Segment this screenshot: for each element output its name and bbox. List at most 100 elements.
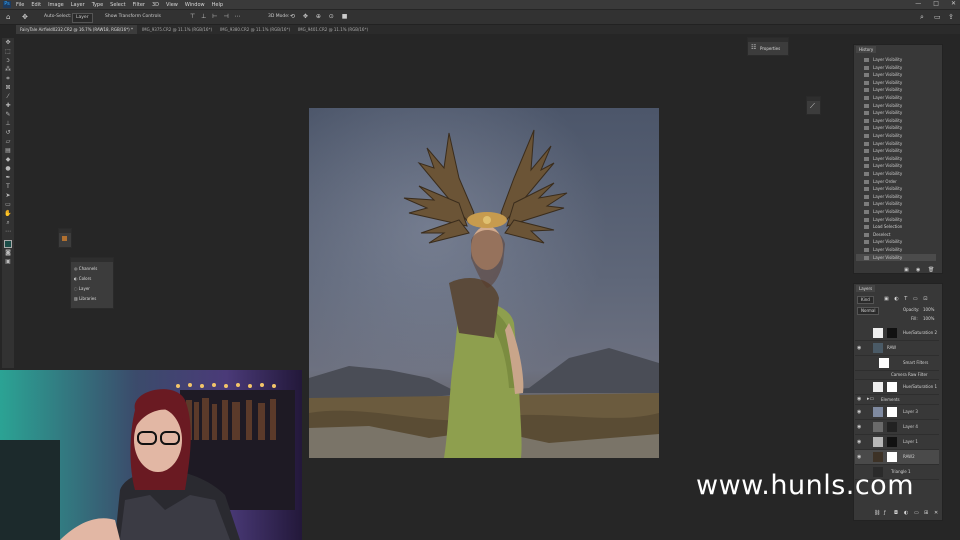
history-step[interactable]: Layer Visibility	[856, 102, 936, 110]
path-selection-icon[interactable]: ➤	[4, 193, 12, 199]
frame-icon[interactable]: ⊠	[4, 85, 12, 91]
stamp-icon[interactable]: ⊥	[4, 121, 12, 127]
tab-doc-3[interactable]: IMG_9380.CR2 @ 11.1% (RGB/16*)	[216, 25, 295, 34]
visibility-eye-icon[interactable]: ◉	[857, 405, 861, 419]
trash-icon[interactable]: 🗑	[928, 267, 934, 273]
dock-item-colors[interactable]: ◐ Colors	[74, 276, 91, 281]
search-icon[interactable]: ⌕	[920, 13, 924, 21]
3d-mode-icons[interactable]: ⟲ ✥ ⊕ ⊙ ■	[290, 13, 350, 21]
history-step[interactable]: Load Selection	[856, 223, 936, 231]
menu-3d[interactable]: 3D	[152, 2, 159, 8]
menu-view[interactable]: View	[166, 2, 178, 8]
history-step[interactable]: Layer Visibility	[856, 155, 936, 163]
show-transform-controls-checkbox[interactable]: Show Transform Controls	[105, 13, 161, 21]
layer-row[interactable]: Camera Raw Filter	[855, 371, 939, 380]
tab-doc-2[interactable]: IMG_9375.CR2 @ 11.1% (RGB/16*)	[138, 25, 217, 34]
minimize-icon[interactable]: —	[915, 0, 921, 7]
menu-edit[interactable]: Edit	[31, 2, 41, 8]
maximize-icon[interactable]: □	[933, 0, 939, 7]
history-step[interactable]: Layer Visibility	[856, 185, 936, 193]
menu-file[interactable]: File	[16, 2, 24, 8]
history-step[interactable]: Layer Visibility	[856, 208, 936, 216]
screen-mode-icon[interactable]: ▣	[4, 259, 12, 265]
layer-row[interactable]: ◉ Layer 3	[855, 405, 939, 420]
layer-filter-dropdown[interactable]: Kind	[857, 296, 874, 304]
fx-icon[interactable]: ƒ	[884, 510, 886, 516]
floating-tool-widget[interactable]: ⟋	[806, 96, 821, 115]
menu-window[interactable]: Window	[185, 2, 205, 8]
close-icon[interactable]: ✕	[951, 0, 956, 7]
floating-swatch-widget[interactable]	[58, 228, 72, 248]
history-step[interactable]: Layer Visibility	[856, 124, 936, 132]
hand-icon[interactable]: ✋	[4, 211, 12, 217]
history-step[interactable]: Layer Visibility	[856, 71, 936, 79]
history-step[interactable]: Layer Visibility	[856, 140, 936, 148]
dock-item-libraries[interactable]: ▥ Libraries	[74, 296, 96, 301]
history-step-current[interactable]: Layer Visibility	[856, 253, 936, 262]
foreground-color-swatch[interactable]	[4, 240, 12, 248]
layer-row[interactable]: Hue/Saturation 2	[855, 326, 939, 341]
document-canvas[interactable]	[309, 108, 659, 458]
pen-icon[interactable]: ✒	[4, 175, 12, 181]
tab-doc-active[interactable]: FairyTale Airfield0232.CR2 @ 16.7% (RAW1…	[16, 25, 137, 34]
history-step[interactable]: Layer Visibility	[856, 117, 936, 125]
rectangle-icon[interactable]: ▭	[4, 202, 12, 208]
layer-row[interactable]: Smart Filters	[855, 356, 939, 371]
history-step[interactable]: Layer Visibility	[856, 216, 936, 224]
marquee-icon[interactable]: ⬚	[4, 49, 12, 55]
visibility-eye-icon[interactable]: ◉	[857, 341, 861, 355]
history-step[interactable]: Layer Visibility	[856, 200, 936, 208]
dodge-icon[interactable]: ●	[4, 166, 12, 172]
layer-row[interactable]: ◉ RAW	[855, 341, 939, 356]
zoom-icon[interactable]: ⌕	[4, 220, 12, 226]
visibility-eye-icon[interactable]: ◉	[857, 435, 861, 449]
history-step[interactable]: Layer Visibility	[856, 109, 936, 117]
move-tool-icon[interactable]: ✥	[22, 13, 28, 21]
history-step[interactable]: Layer Visibility	[856, 162, 936, 170]
healing-icon[interactable]: ✚	[4, 103, 12, 109]
workspace-icon[interactable]: ▭	[934, 13, 941, 21]
align-icons[interactable]: ⊤ ⊥ ⊢ ⊣ ⋯	[190, 13, 243, 21]
auto-select-checkbox[interactable]: Auto-Select:	[44, 13, 72, 21]
history-step[interactable]: Layer Visibility	[856, 94, 936, 102]
brush-icon[interactable]: ✎	[4, 112, 12, 118]
layer-row[interactable]: ◉ Layer 1	[855, 435, 939, 450]
type-icon[interactable]: T	[4, 184, 12, 190]
lasso-icon[interactable]: ↄ	[4, 58, 12, 64]
visibility-eye-icon[interactable]: ◉	[857, 420, 861, 434]
fill-value[interactable]: 100%	[923, 316, 934, 321]
dock-item-channels[interactable]: ◎ Channels	[74, 266, 97, 271]
opacity-value[interactable]: 100%	[923, 307, 934, 312]
history-step[interactable]: Layer Visibility	[856, 132, 936, 140]
menu-layer[interactable]: Layer	[71, 2, 85, 8]
history-step[interactable]: Layer Visibility	[856, 86, 936, 94]
dock-item-layer[interactable]: ◌ Layer	[74, 286, 90, 291]
blend-mode-dropdown[interactable]: Normal	[857, 307, 880, 315]
menu-image[interactable]: Image	[48, 2, 64, 8]
menu-select[interactable]: Select	[110, 2, 125, 8]
history-step[interactable]: Layer Visibility	[856, 56, 936, 64]
delete-layer-icon[interactable]: ✕	[934, 510, 938, 516]
layer-filter-icons[interactable]: ▣ ◐ T ▭ ⊡	[884, 296, 929, 302]
layer-row[interactable]: Hue/Saturation 1	[855, 380, 939, 395]
history-step[interactable]: Layer Visibility	[856, 147, 936, 155]
history-step[interactable]: Layer Visibility	[856, 246, 936, 254]
visibility-eye-icon[interactable]: ◉	[857, 450, 861, 464]
menu-type[interactable]: Type	[92, 2, 103, 8]
history-step[interactable]: Layer Visibility	[856, 193, 936, 201]
eraser-icon[interactable]: ▱	[4, 139, 12, 145]
crop-icon[interactable]: ⌗	[4, 76, 12, 82]
history-brush-icon[interactable]: ↺	[4, 130, 12, 136]
history-step[interactable]: Layer Order	[856, 178, 936, 186]
history-step[interactable]: Layer Visibility	[856, 79, 936, 87]
magic-wand-icon[interactable]: ⁂	[4, 67, 12, 73]
history-step[interactable]: Deselect	[856, 231, 936, 239]
properties-panel[interactable]: ☷ Properties	[747, 37, 789, 56]
history-step[interactable]: Layer Visibility	[856, 238, 936, 246]
blur-icon[interactable]: ◆	[4, 157, 12, 163]
auto-select-dropdown[interactable]: Layer	[72, 13, 93, 23]
photoshop-logo-icon[interactable]: Ps	[3, 1, 11, 8]
menu-help[interactable]: Help	[212, 2, 223, 8]
add-mask-icon[interactable]: ◘	[894, 510, 898, 516]
history-tab[interactable]: History	[856, 46, 877, 53]
